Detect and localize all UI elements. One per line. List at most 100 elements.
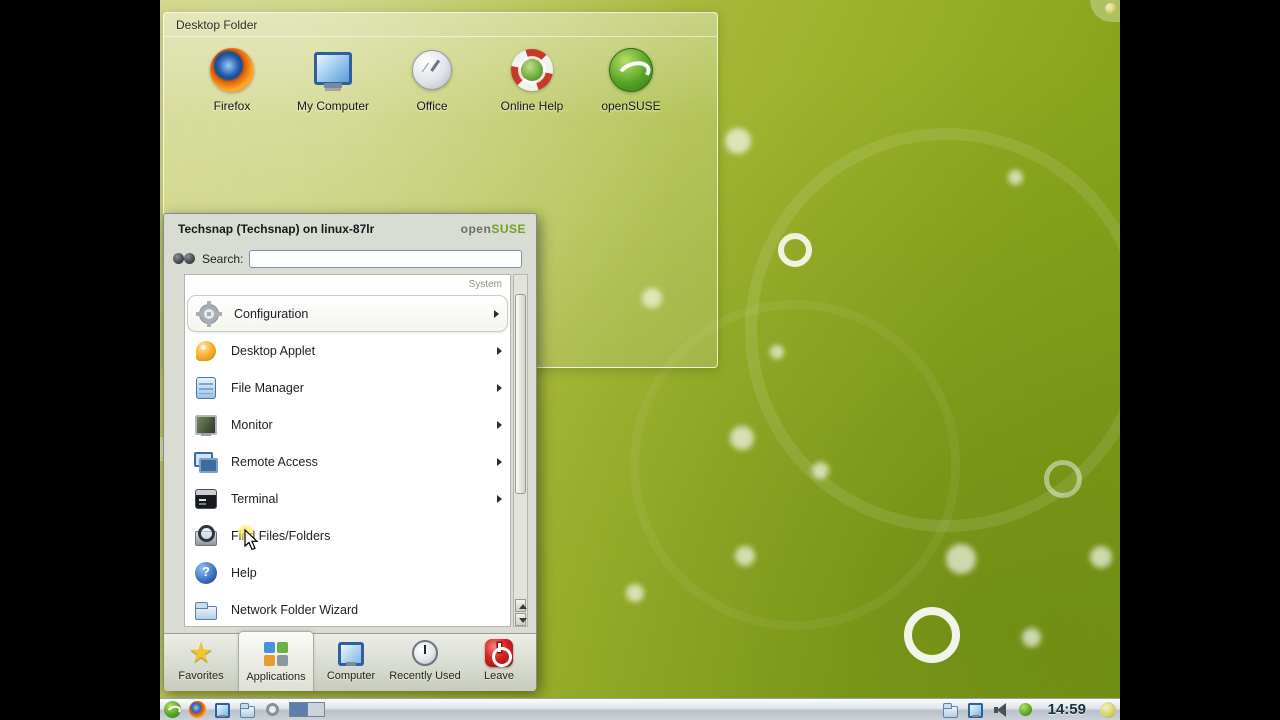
down-arrow-icon — [519, 618, 527, 623]
up-arrow-icon — [519, 604, 527, 609]
scrollbar-thumb[interactable] — [515, 294, 526, 494]
scroll-down-button[interactable] — [515, 613, 527, 626]
opensuse-gecko-icon — [608, 47, 654, 93]
star-icon: ★ — [188, 637, 214, 668]
desktop-icon-opensuse[interactable]: openSUSE — [583, 47, 679, 113]
bokeh-circle — [745, 128, 1120, 532]
submenu-arrow-icon — [497, 346, 502, 355]
kickoff-launcher: Techsnap (Techsnap) on linux-87lr openSU… — [163, 213, 537, 691]
kickoff-header: Techsnap (Techsnap) on linux-87lr openSU… — [164, 214, 536, 244]
menu-item-label: Configuration — [234, 306, 309, 321]
bokeh-circle — [904, 607, 960, 663]
bokeh-circle — [1044, 460, 1082, 498]
menu-item-label: Monitor — [231, 417, 273, 432]
bokeh-circle — [730, 426, 754, 450]
menu-item-label: Terminal — [231, 491, 279, 506]
category-header: System — [468, 279, 502, 290]
desktop-icon-label: openSUSE — [601, 99, 661, 113]
menu-item-desktop-applet[interactable]: Desktop Applet — [185, 332, 510, 369]
kickoff-tab-bar: ★ Favorites Applications Computer Recent… — [164, 631, 536, 691]
kickoff-search-row: Search: — [164, 246, 536, 272]
firefox-launcher-icon[interactable] — [189, 701, 206, 718]
bokeh-circle — [1008, 170, 1023, 185]
tray-volume-icon[interactable] — [992, 701, 1009, 718]
desktop-folder-title: Desktop Folder — [164, 13, 717, 37]
bokeh-circle — [626, 584, 644, 602]
binoculars-search-icon — [172, 249, 196, 269]
terminal-icon — [193, 486, 219, 512]
submenu-arrow-icon — [497, 457, 502, 466]
opensuse-logo-suse: SUSE — [491, 222, 526, 236]
tray-display-icon[interactable] — [967, 701, 984, 718]
kickoff-user-host-title: Techsnap (Techsnap) on linux-87lr — [178, 222, 375, 236]
menu-item-terminal[interactable]: Terminal — [185, 480, 510, 517]
menu-item-configuration[interactable]: Configuration — [187, 295, 508, 332]
tab-leave[interactable]: Leave — [462, 634, 536, 691]
bokeh-circle — [770, 345, 784, 359]
lifebuoy-help-icon — [509, 47, 555, 93]
desktop-icon-label: Firefox — [213, 99, 251, 113]
desktop-icon-office[interactable]: Office — [384, 47, 480, 113]
computer-icon — [310, 47, 356, 93]
tab-applications[interactable]: Applications — [238, 631, 314, 691]
desktop-icon-label: My Computer — [296, 99, 370, 113]
tray-device-notifier-icon[interactable] — [942, 701, 959, 718]
search-input[interactable] — [249, 250, 522, 268]
system-settings-launcher-icon[interactable] — [264, 701, 281, 718]
bokeh-circle — [812, 462, 829, 479]
menu-item-label: Network Folder Wizard — [231, 602, 359, 617]
question-mark-glyph: ? — [202, 563, 210, 579]
network-folder-icon — [193, 597, 219, 623]
taskbar-clock[interactable]: 14:59 — [1042, 701, 1092, 718]
magnifier-drive-icon — [193, 523, 219, 549]
clock-icon — [410, 638, 440, 668]
taskbar-panel: 14:59 — [160, 698, 1120, 720]
desktop-icon-label: Online Help — [500, 99, 564, 113]
bokeh-circle — [946, 544, 976, 574]
submenu-arrow-icon — [497, 383, 502, 392]
kickoff-item-list: System Configuration Desktop Applet File… — [184, 274, 511, 627]
desktop-icon-online-help[interactable]: Online Help — [484, 47, 580, 113]
menu-item-remote-access[interactable]: Remote Access — [185, 443, 510, 480]
pager-desktop-2[interactable] — [306, 703, 324, 716]
scrollbar-track[interactable] — [513, 274, 528, 627]
bokeh-circle — [778, 233, 812, 267]
menu-item-help[interactable]: ? Help — [185, 554, 510, 591]
applet-icon — [193, 338, 219, 364]
menu-item-find-files[interactable]: Find Files/Folders — [185, 517, 510, 554]
bokeh-circle — [1090, 546, 1112, 568]
desktop-icon-my-computer[interactable]: My Computer — [285, 47, 381, 113]
menu-item-label: Remote Access — [231, 454, 318, 469]
panel-toolbox-button[interactable] — [1100, 701, 1116, 718]
power-icon — [484, 638, 514, 668]
file-manager-launcher-icon[interactable] — [239, 701, 256, 718]
tab-label: Favorites — [178, 670, 224, 682]
tab-recently-used[interactable]: Recently Used — [388, 634, 462, 691]
menu-item-network-folder-wizard[interactable]: Network Folder Wizard — [185, 591, 510, 626]
tab-label: Leave — [484, 670, 514, 682]
office-icon — [409, 47, 455, 93]
file-cabinet-icon — [193, 375, 219, 401]
pager-desktop-1[interactable] — [290, 703, 307, 716]
bokeh-circle — [1022, 628, 1041, 647]
tab-computer[interactable]: Computer — [314, 634, 388, 691]
virtual-desktop-pager[interactable] — [289, 702, 325, 717]
desktop: Desktop Folder Firefox My Computer Offic… — [160, 0, 1120, 720]
menu-item-monitor[interactable]: Monitor — [185, 406, 510, 443]
application-launcher-button[interactable] — [164, 701, 181, 718]
power-bar — [498, 643, 501, 652]
help-icon: ? — [193, 560, 219, 586]
menu-item-file-manager[interactable]: File Manager — [185, 369, 510, 406]
show-desktop-icon[interactable] — [214, 701, 231, 718]
menu-item-label: Help — [231, 565, 257, 580]
scroll-up-button[interactable] — [515, 599, 527, 612]
desktop-icon-label: Office — [416, 99, 448, 113]
submenu-arrow-icon — [497, 420, 502, 429]
tray-network-icon[interactable] — [1017, 701, 1034, 718]
plasma-toolbox-button[interactable] — [1090, 0, 1120, 22]
tab-favorites[interactable]: ★ Favorites — [164, 634, 238, 691]
opensuse-logo: openSUSE — [461, 222, 526, 236]
tab-label: Recently Used — [389, 670, 461, 682]
gear-icon — [196, 301, 222, 327]
desktop-icon-firefox[interactable]: Firefox — [184, 47, 280, 113]
